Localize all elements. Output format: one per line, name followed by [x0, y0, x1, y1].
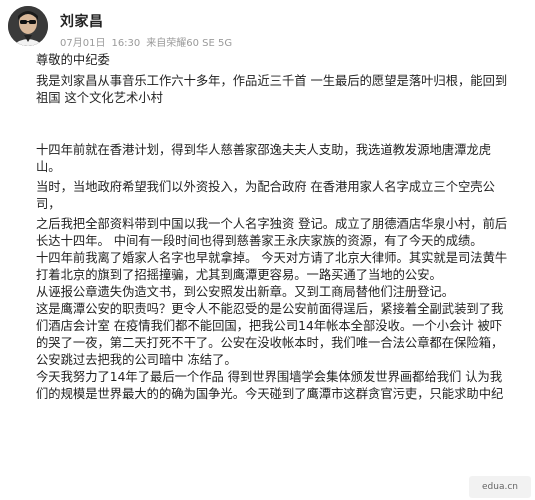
post-date: 07月01日 — [60, 38, 106, 49]
author-name[interactable]: 刘家昌 — [60, 11, 104, 31]
story-line: 十四年前我离了婚家人名字也早就拿掉。 今天对方请了北京大律师。其实就是司法黄牛 — [36, 251, 508, 265]
intro-line: 我是刘家昌从事音乐工作六十多年，作品近三千首 一生最后的愿望是落叶归根，能回到 — [36, 74, 508, 88]
story-paragraph-3: 之后我把全部资料带到中国以我一个人名字独资 登记。成立了朋德酒店华泉小村，前后 … — [36, 216, 526, 403]
story-line: 之后我把全部资料带到中国以我一个人名字独资 登记。成立了朋德酒店华泉小村，前后 — [36, 217, 508, 231]
story-line: 们的规模是世界最大的的确为国争光。今天碰到了鹰潭市这群贪官污吏，只能求助中纪 — [36, 387, 504, 401]
story-line: 公安跳过去把我的公司暗中 冻结了。 — [36, 353, 237, 367]
post-meta: 07月01日 16:30 来自荣耀60 SE 5G — [60, 34, 238, 49]
post-device: 荣耀60 SE 5G — [166, 38, 233, 49]
intro-line: 祖国 这个文化艺术小村 — [36, 91, 163, 105]
intro-paragraph: 我是刘家昌从事音乐工作六十多年，作品近三千首 一生最后的愿望是落叶归根，能回到 … — [36, 73, 526, 107]
story-line: 的哭了一夜，第二天打死不干了。公安在没收帐本时，我们唯一合法公章都在保险箱， — [36, 336, 504, 350]
story-line: 今天我努力了14年了最后一个作品 得到世界围墙学会集体颁发世界画都给我们 认为我 — [36, 370, 503, 384]
story-paragraph-2: 当时，当地政府希望我们以外资投入，为配合政府 在香港用家人名字成立三个空壳公 司… — [36, 179, 526, 213]
post-header: 刘家昌 07月01日 16:30 来自荣耀60 SE 5G — [0, 0, 535, 52]
post-time: 16:30 — [111, 38, 141, 49]
story-paragraph-1: 十四年前就在香港计划，得到华人慈善家邵逸夫夫人支助，我选道教发源地唐潭龙虎 山。 — [36, 142, 526, 176]
story-line: 这是鹰潭公安的职责吗？更令人不能忍受的是公安前面得逞后，紧接着全副武装到了我 — [36, 302, 504, 316]
salutation: 尊敬的中纪委 — [36, 53, 110, 67]
story-line: 山。 — [36, 160, 61, 174]
author-avatar[interactable] — [8, 6, 48, 46]
site-watermark: edua.cn — [469, 476, 531, 498]
post-source-label: 来自 — [146, 38, 167, 49]
avatar-portrait-icon — [8, 6, 48, 46]
story-line: 当时，当地政府希望我们以外资投入，为配合政府 在香港用家人名字成立三个空壳公 — [36, 180, 495, 194]
story-line: 打着北京的旗到了招摇撞骗，尤其到鹰潭更容易。一路买通了当地的公安。 — [36, 268, 442, 282]
story-line: 长达十四年。 中间有一段时间也得到慈善家王永庆家族的资源，有了今天的成绩。 — [36, 234, 483, 248]
story-line: 从诬报公章遗失伪造文书，到公安照发出新章。又到工商局替他们注册登记。 — [36, 285, 455, 299]
story-line: 十四年前就在香港计划，得到华人慈善家邵逸夫夫人支助，我选道教发源地唐潭龙虎 — [36, 143, 491, 157]
story-line: 们酒店会计室 在疫情我们都不能回国，把我公司14年帐本全部没收。一个小会计 被吓 — [36, 319, 503, 333]
post-body: 尊敬的中纪委 我是刘家昌从事音乐工作六十多年，作品近三千首 一生最后的愿望是落叶… — [36, 52, 526, 403]
story-line: 司， — [36, 197, 61, 211]
